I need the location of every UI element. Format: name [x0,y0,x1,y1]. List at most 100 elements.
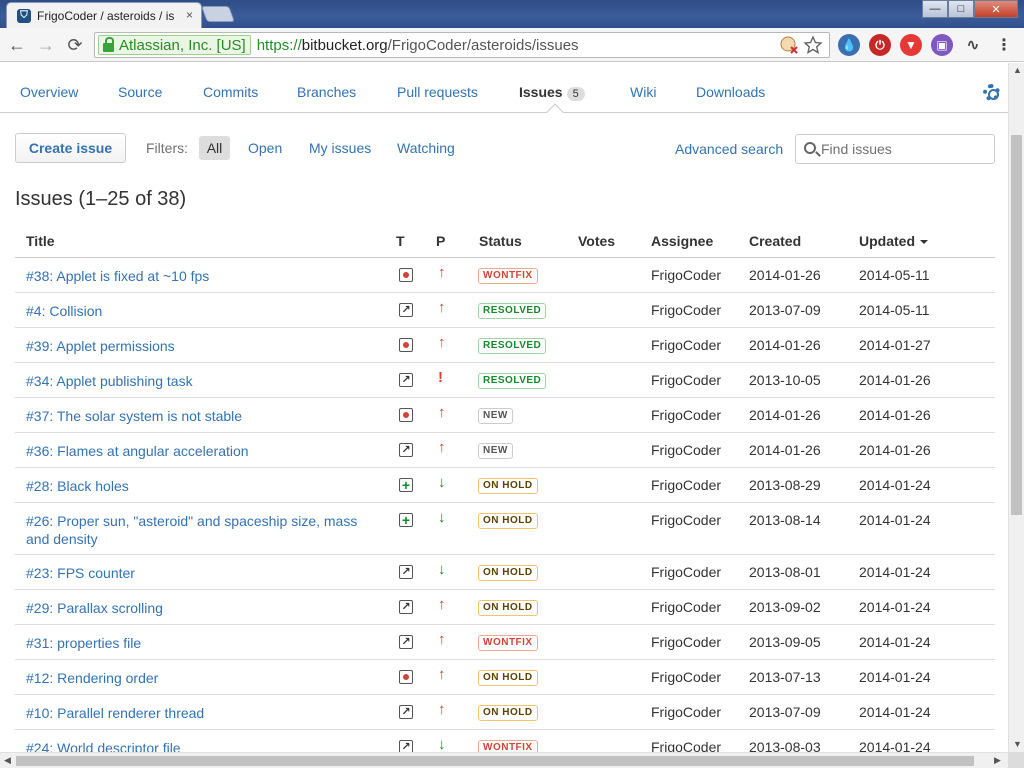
tab-overview[interactable]: Overview [20,84,78,100]
scroll-up-icon[interactable]: ▲ [1013,65,1022,75]
filter-watching[interactable]: Watching [397,140,455,156]
advanced-search-link[interactable]: Advanced search [675,141,783,157]
forward-button[interactable]: → [35,34,57,56]
filter-open[interactable]: Open [248,140,282,156]
col-priority[interactable]: P [436,233,445,249]
assignee-cell: FrigoCoder [651,704,722,720]
major-priority-icon: ↑ [438,596,446,613]
assignee-cell: FrigoCoder [651,477,722,493]
tab-wiki[interactable]: Wiki [630,84,656,100]
tab-downloads[interactable]: Downloads [696,84,765,100]
issue-title-link[interactable]: #38: Applet is fixed at ~10 fps [26,267,376,285]
assignee-cell: FrigoCoder [651,634,722,650]
tab-issues-label: Issues [519,84,563,100]
issue-title-link[interactable]: #28: Black holes [26,477,376,495]
star-icon[interactable] [803,35,823,55]
status-badge: WONTFIX [478,268,538,284]
url-icons [779,35,823,55]
menu-icon[interactable]: ⋮ [993,34,1015,56]
tab-source[interactable]: Source [118,84,162,100]
tab-commits[interactable]: Commits [203,84,258,100]
ev-certificate-badge[interactable]: Atlassian, Inc. [US] [98,35,251,55]
status-badge: RESOLVED [478,303,547,319]
gallery-icon[interactable]: ▣ [931,34,953,56]
status-badge: ON HOLD [478,565,538,581]
tab-issues[interactable]: Issues 5 [519,84,585,101]
updated-cell: 2014-05-11 [859,267,930,283]
updated-cell: 2014-01-24 [859,477,931,493]
table-row: #34: Applet publishing task! RESOLVED Frig… [15,363,995,398]
new-tab-button[interactable] [201,6,235,22]
find-issues-input[interactable] [821,141,986,157]
back-button[interactable]: ← [6,34,28,56]
filter-my-issues[interactable]: My issues [309,140,371,156]
url-text[interactable]: https://bitbucket.org/FrigoCoder/asteroi… [257,37,579,54]
updated-cell: 2014-01-26 [859,442,931,458]
browser-toolbar: ← → ⟳ Atlassian, Inc. [US] https://bitbu… [0,28,1024,62]
tab-close-icon[interactable]: × [186,8,193,22]
updated-cell: 2014-01-26 [859,372,931,388]
issue-title-link[interactable]: #26: Proper sun, "asteroid" and spaceshi… [26,512,376,548]
issue-title-link[interactable]: #29: Parallax scrolling [26,599,376,617]
bug-type-icon [399,408,413,422]
page-title: Issues (1–25 of 38) [15,188,187,210]
scroll-left-icon[interactable]: ◀ [4,755,11,766]
browser-titlebar: ⛉ FrigoCoder / asteroids / is × — □ ✕ [0,0,1024,28]
col-title[interactable]: Title [26,233,55,249]
issue-title-link[interactable]: #23: FPS counter [26,564,376,582]
col-status[interactable]: Status [479,233,522,249]
bug-type-icon [399,338,413,352]
horizontal-scroll-thumb[interactable] [16,756,974,766]
minor-priority-icon: ↓ [438,736,446,753]
scroll-right-icon[interactable]: ▶ [994,755,1001,766]
find-issues-box[interactable] [795,134,995,164]
issue-title-link[interactable]: #36: Flames at angular acceleration [26,442,376,460]
tab-pull-requests[interactable]: Pull requests [397,84,478,100]
scroll-down-icon[interactable]: ▼ [1013,739,1022,749]
status-badge: NEW [478,443,513,459]
maximize-button[interactable]: □ [948,0,974,18]
col-type[interactable]: T [396,233,405,249]
col-assignee[interactable]: Assignee [651,233,713,249]
pulse-icon[interactable]: ∿ [962,34,984,56]
issue-title-link[interactable]: #4: Collision [26,302,376,320]
filter-all[interactable]: All [199,136,230,160]
translate-icon[interactable] [779,35,799,55]
window-close-button[interactable]: ✕ [974,0,1018,18]
assignee-cell: FrigoCoder [651,372,722,388]
issue-title-link[interactable]: #10: Parallel renderer thread [26,704,376,722]
col-votes[interactable]: Votes [578,233,615,249]
col-created[interactable]: Created [749,233,801,249]
created-cell: 2013-08-14 [749,512,821,528]
issue-title-link[interactable]: #31: properties file [26,634,376,652]
issue-title-link[interactable]: #12: Rendering order [26,669,376,687]
col-updated[interactable]: Updated [859,233,928,249]
status-badge: ON HOLD [478,670,538,686]
task-type-icon [399,600,413,614]
task-type-icon [399,565,413,579]
task-type-icon [399,635,413,649]
issue-title-link[interactable]: #39: Applet permissions [26,337,376,355]
issue-title-link[interactable]: #37: The solar system is not stable [26,407,376,425]
browser-tab[interactable]: ⛉ FrigoCoder / asteroids / is × [6,2,202,28]
assignee-cell: FrigoCoder [651,669,722,685]
opera-icon[interactable]: ▼ [900,34,922,56]
task-type-icon [399,373,413,387]
status-badge: RESOLVED [478,338,547,354]
vertical-scroll-thumb[interactable] [1011,135,1022,515]
issue-title-link[interactable]: #34: Applet publishing task [26,372,376,390]
droplet-icon[interactable]: 💧 [838,34,860,56]
stop-icon[interactable]: ⏻ [869,34,891,56]
gear-icon[interactable] [983,84,1000,101]
create-issue-button[interactable]: Create issue [15,133,126,163]
sort-desc-icon [920,240,928,244]
ev-label: Atlassian, Inc. [US] [119,36,246,54]
address-bar[interactable]: Atlassian, Inc. [US] https://bitbucket.o… [94,32,830,58]
tab-branches[interactable]: Branches [297,84,356,100]
vertical-scrollbar[interactable]: ▲ ▼ [1008,63,1024,752]
horizontal-scrollbar[interactable]: ◀ ▶ [0,752,1008,768]
reload-button[interactable]: ⟳ [64,34,86,56]
created-cell: 2013-09-02 [749,599,821,615]
table-row: #28: Black holes ↓ ON HOLD FrigoCoder 2013-0… [15,468,995,503]
minimize-button[interactable]: — [922,0,948,18]
